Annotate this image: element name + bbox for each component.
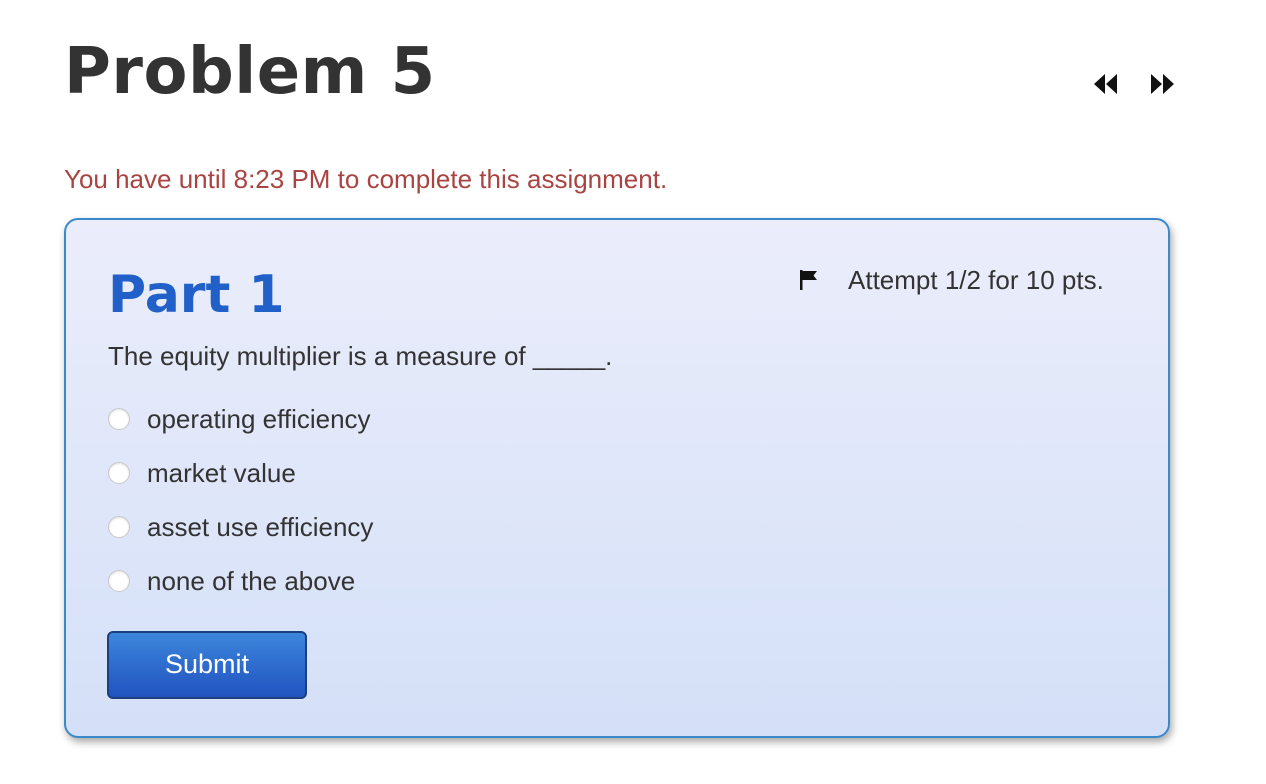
answer-option[interactable]: operating efficiency — [108, 392, 373, 446]
problem-title: Problem 5 — [64, 35, 436, 109]
radio-button[interactable] — [108, 408, 130, 430]
answer-option[interactable]: market value — [108, 446, 373, 500]
double-chevron-left-icon — [1094, 74, 1117, 94]
attempt-info: Attempt 1/2 for 10 pts. — [798, 264, 1104, 296]
double-chevron-right-icon — [1151, 74, 1174, 94]
part-title: Part 1 — [108, 265, 285, 325]
answer-option[interactable]: asset use efficiency — [108, 500, 373, 554]
problem-page: Problem 5 You have until 8:23 PM to comp… — [0, 0, 1266, 784]
option-label: none of the above — [147, 566, 356, 596]
question-text: The equity multiplier is a measure of __… — [108, 341, 613, 371]
part-panel: Part 1 Attempt 1/2 for 10 pts. The equit… — [64, 218, 1170, 738]
deadline-notice: You have until 8:23 PM to complete this … — [64, 164, 668, 194]
option-label: operating efficiency — [147, 404, 371, 434]
attempt-counter: Attempt 1/2 for 10 pts. — [848, 265, 1104, 295]
submit-button[interactable]: Submit — [107, 631, 307, 699]
next-problem-button[interactable] — [1149, 70, 1175, 98]
option-label: asset use efficiency — [147, 512, 374, 542]
problem-navigation — [1093, 70, 1175, 98]
answer-option[interactable]: none of the above — [108, 554, 373, 608]
radio-button[interactable] — [108, 462, 130, 484]
flag-icon[interactable] — [798, 269, 820, 291]
previous-problem-button[interactable] — [1093, 70, 1119, 98]
option-label: market value — [147, 458, 296, 488]
radio-button[interactable] — [108, 516, 130, 538]
answer-options: operating efficiency market value asset … — [108, 392, 373, 608]
radio-button[interactable] — [108, 570, 130, 592]
